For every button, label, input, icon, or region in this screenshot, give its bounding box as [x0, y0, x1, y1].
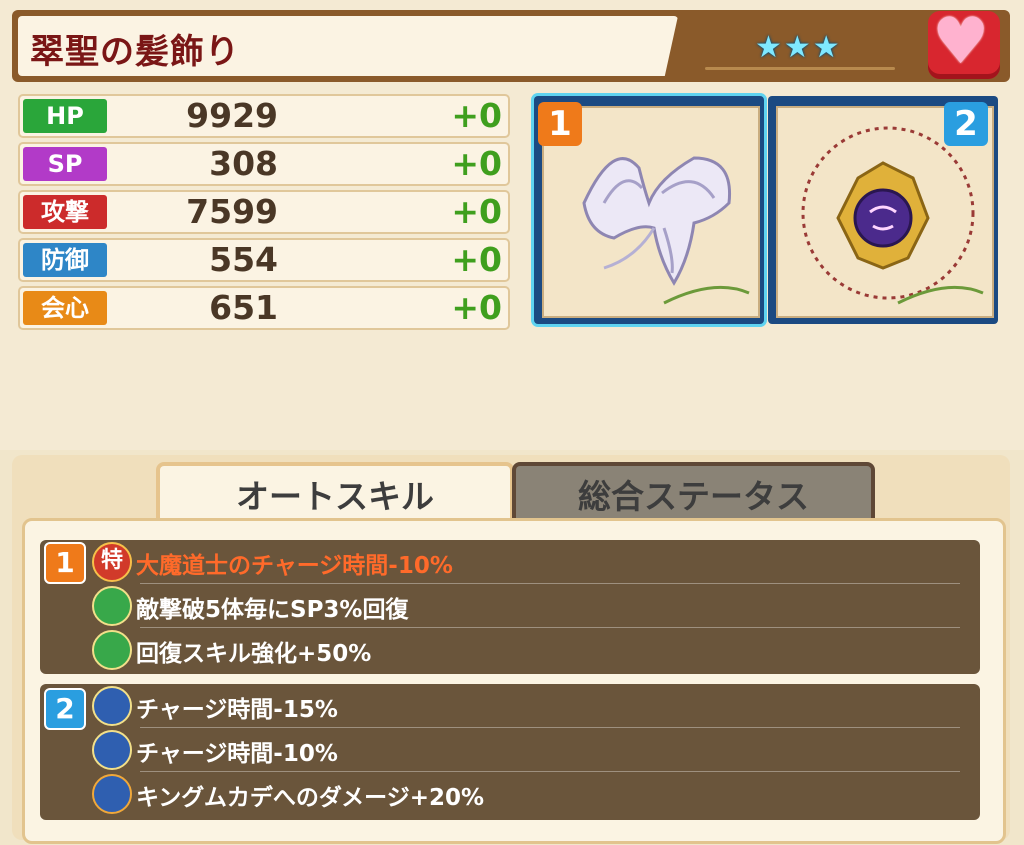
clock-icon [92, 686, 132, 726]
heart-icon: ♥ [932, 5, 990, 79]
slot-number-badge: 1 [538, 102, 582, 146]
stat-label: SP [23, 147, 107, 181]
stat-value: 554 [209, 240, 278, 279]
skill-text: 大魔道士のチャージ時間-10% [136, 553, 453, 579]
stat-label: 防御 [23, 243, 107, 277]
skill-text: チャージ時間-10% [136, 741, 338, 767]
equipment-slot-2[interactable]: 2 [768, 96, 998, 324]
stat-value: 651 [209, 288, 278, 327]
rarity-stars: ★★★ [755, 30, 842, 65]
stat-row-defense: 防御 554 +0 [18, 238, 510, 282]
monster-slayer-icon [92, 774, 132, 814]
skill-text: キングムカデへのダメージ+20% [136, 785, 485, 811]
skill-text: 回復スキル強化+50% [136, 641, 372, 667]
stat-row-critical: 会心 651 +0 [18, 286, 510, 330]
skill-group-number: 1 [44, 542, 86, 584]
stat-label: 攻撃 [23, 195, 107, 229]
stat-value: 9929 [186, 96, 278, 135]
stars-underline [705, 67, 895, 70]
stat-label: 会心 [23, 291, 107, 325]
stat-row-hp: HP 9929 +0 [18, 94, 510, 138]
skill-line: 特 大魔道士のチャージ時間-10% [92, 540, 962, 582]
heal-shield-icon [92, 630, 132, 670]
stat-bonus: +0 [451, 144, 502, 183]
heal-shield-icon [92, 586, 132, 626]
skill-line: チャージ時間-10% [92, 728, 962, 770]
stat-bonus: +0 [451, 288, 502, 327]
stat-bonus: +0 [451, 240, 502, 279]
clock-icon [92, 730, 132, 770]
skill-line: 敵撃破5体毎にSP3%回復 [92, 584, 962, 626]
skill-line: キングムカデへのダメージ+20% [92, 772, 962, 814]
skill-text: チャージ時間-15% [136, 697, 338, 723]
skill-text: 敵撃破5体毎にSP3%回復 [136, 597, 409, 623]
stat-bonus: +0 [451, 192, 502, 231]
stat-label: HP [23, 99, 107, 133]
equipment-slot-1[interactable]: 1 [534, 96, 764, 324]
skill-line: 回復スキル強化+50% [92, 628, 962, 670]
special-icon: 特 [92, 542, 132, 582]
stat-value: 7599 [186, 192, 278, 231]
item-name: 翠聖の髪飾り [30, 32, 240, 72]
skill-line: チャージ時間-15% [92, 684, 962, 726]
stat-value: 308 [209, 144, 278, 183]
skill-group-number: 2 [44, 688, 86, 730]
stat-row-attack: 攻撃 7599 +0 [18, 190, 510, 234]
stat-row-sp: SP 308 +0 [18, 142, 510, 186]
slot-number-badge: 2 [944, 102, 988, 146]
stat-bonus: +0 [451, 96, 502, 135]
favorite-button[interactable]: ♥ [928, 5, 1000, 79]
